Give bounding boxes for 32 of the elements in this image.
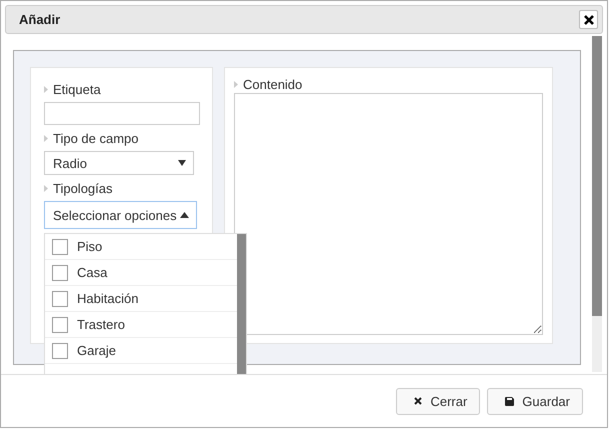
close-button[interactable] xyxy=(579,10,598,29)
triangle-icon xyxy=(44,184,48,192)
checkbox[interactable] xyxy=(52,238,68,254)
close-icon xyxy=(414,397,422,405)
caret-icon xyxy=(180,212,189,218)
field-label: Tipo de campo xyxy=(53,130,139,146)
checkbox[interactable] xyxy=(52,264,68,280)
select-field[interactable]: Radio xyxy=(44,151,194,175)
triangle-icon xyxy=(44,86,48,92)
option-item[interactable]: Trastero xyxy=(45,312,237,338)
option-item[interactable]: Piso xyxy=(45,234,237,260)
multiselect-field[interactable]: Seleccionar opciones xyxy=(44,201,197,229)
option-item[interactable]: Habitación xyxy=(45,286,237,312)
content-textarea[interactable] xyxy=(234,93,543,335)
triangle-icon xyxy=(234,80,238,88)
scrollbar[interactable] xyxy=(592,36,602,372)
field-label: Etiqueta xyxy=(53,82,101,96)
window-title: Añadir xyxy=(19,12,60,27)
close-button[interactable]: Cerrar xyxy=(396,388,480,414)
triangle-icon xyxy=(44,134,48,142)
scrollbar[interactable] xyxy=(237,234,246,374)
checkbox[interactable] xyxy=(52,316,68,332)
option-item[interactable]: Garaje xyxy=(45,338,237,364)
field-label: Tipologías xyxy=(53,180,112,196)
checkbox[interactable] xyxy=(52,342,68,358)
save-button[interactable]: Guardar xyxy=(487,388,583,414)
option-item[interactable]: Casa xyxy=(45,260,237,286)
dropdown-arrow-icon xyxy=(178,160,186,166)
checkbox[interactable] xyxy=(52,290,68,306)
field-label: Contenido xyxy=(243,76,302,92)
text-field[interactable] xyxy=(44,102,200,125)
close-icon xyxy=(584,14,594,24)
